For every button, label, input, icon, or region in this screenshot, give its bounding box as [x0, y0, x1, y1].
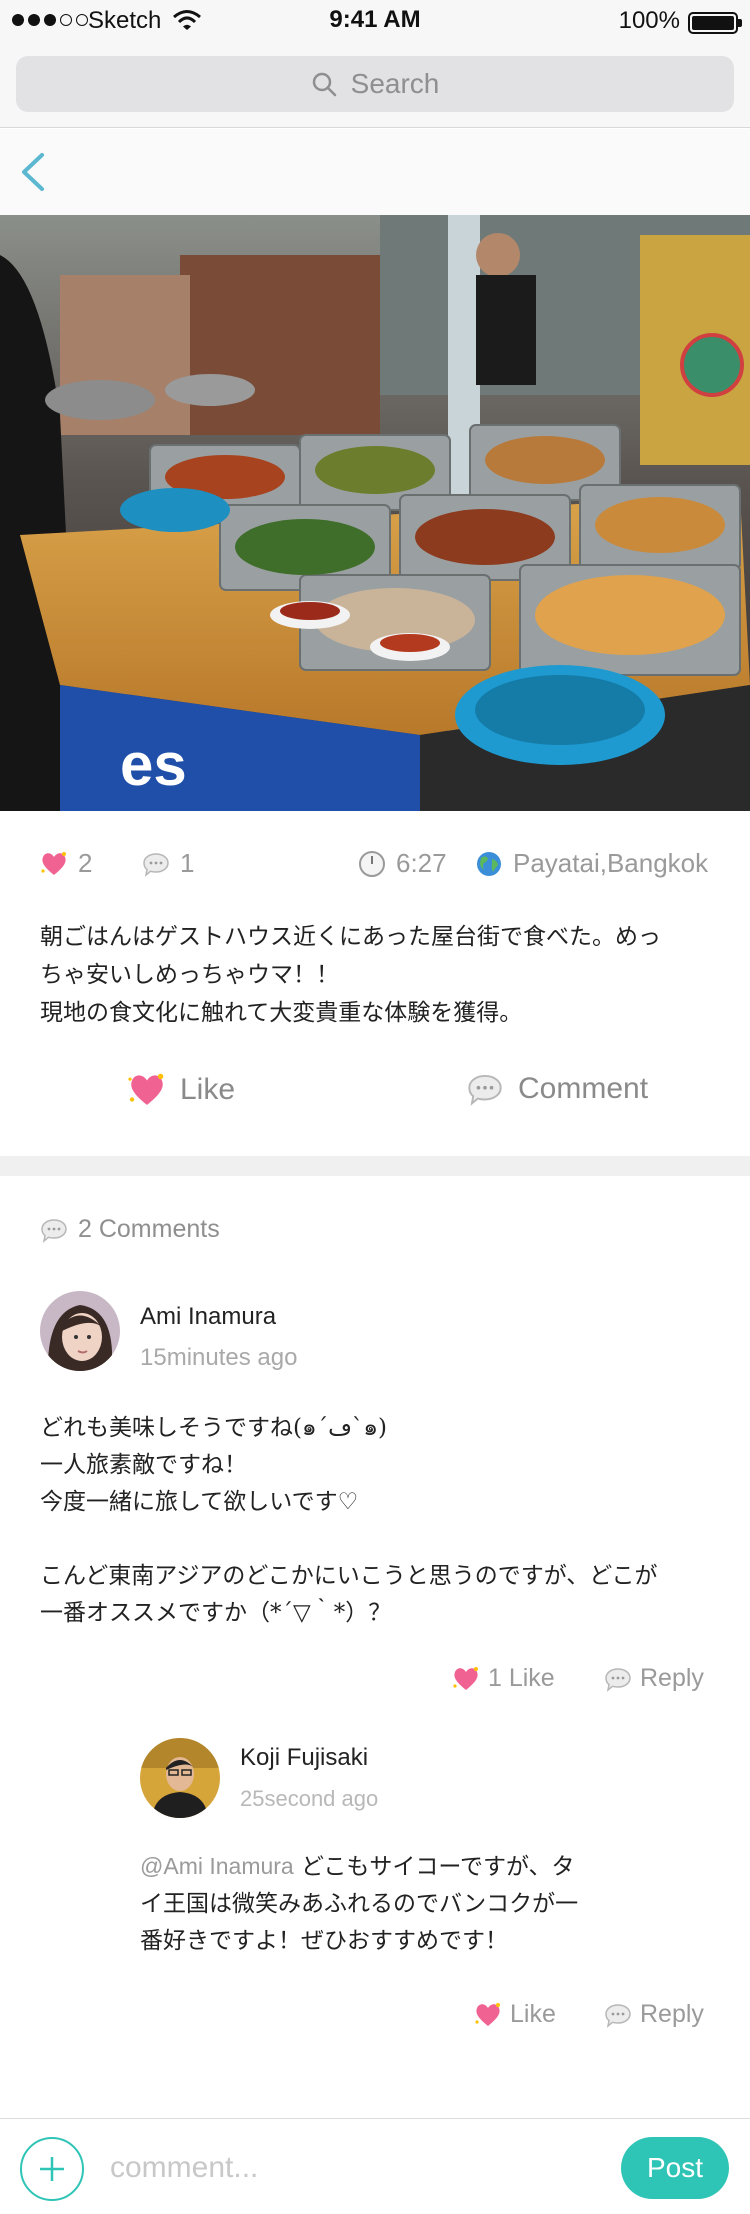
- likes-count-value: 2: [78, 848, 93, 878]
- post-time-value: 6:27: [396, 848, 447, 878]
- likes-count[interactable]: 2: [40, 848, 92, 879]
- search-placeholder: Search: [350, 68, 440, 99]
- avatar[interactable]: [140, 1738, 220, 1818]
- post-location[interactable]: Payatai,Bangkok: [475, 848, 708, 879]
- battery-icon: [688, 12, 742, 34]
- svg-text:es: es: [120, 731, 187, 798]
- speech-bubble-icon: [605, 2003, 631, 2028]
- reply-text-first-line: どこもサイコーですが、タ: [293, 1854, 575, 1880]
- mention-link[interactable]: @Ami Inamura: [140, 1853, 294, 1879]
- speech-bubble-icon: [605, 1667, 631, 1692]
- sparkling-heart-icon: [41, 851, 66, 875]
- like-button-label: Like: [180, 1073, 236, 1106]
- chevron-left-icon[interactable]: [14, 147, 54, 197]
- street-food-stall-image: es: [0, 215, 750, 811]
- sparkling-heart-icon: [128, 1073, 164, 1105]
- speech-bubble-icon: [143, 852, 169, 877]
- avatar[interactable]: [40, 1291, 120, 1371]
- post-location-value: Payatai,Bangkok: [513, 848, 709, 878]
- post-body-text: 朝ごはんはゲストハウス近くにあった屋台街で食べた。めっ ちゃ安いしめっちゃウマ！…: [40, 924, 661, 1026]
- user-photo-koji: [140, 1738, 220, 1818]
- like-button[interactable]: Like: [128, 1072, 235, 1108]
- reply-like-button[interactable]: Like: [474, 2000, 556, 2029]
- post-actions: Like Comment: [0, 1060, 750, 1130]
- commenter-name[interactable]: Ami Inamura: [140, 1303, 276, 1331]
- comment-input[interactable]: [110, 2143, 590, 2193]
- status-bar: Sketch 9:41 AM 100%: [0, 0, 750, 42]
- reply-like-label: Like: [510, 2000, 556, 2028]
- post-meta: 2 1 6:27 Payatai,Bangkok: [0, 840, 750, 892]
- clock-icon: [359, 850, 385, 877]
- plus-icon: [40, 2157, 64, 2181]
- speech-bubble-icon: [468, 1074, 502, 1106]
- comment-time: 15minutes ago: [140, 1344, 298, 1371]
- sparkling-heart-icon: [453, 1666, 478, 1690]
- reply-text-rest: イ王国は微笑みあふれるのでバンコクが一 番好きですよ！ぜひおすすめです！: [140, 1891, 579, 1954]
- post-time: 6:27: [358, 848, 447, 879]
- comment-text: どれも美味しそうですね(๑´ڡ`๑) 一人旅素敵ですね！ 今度一緒に旅して欲しい…: [40, 1415, 658, 1626]
- sparkling-heart-icon: [475, 2002, 500, 2026]
- search-bar-container: Search: [0, 42, 750, 128]
- reply-reply-button[interactable]: Reply: [604, 2000, 704, 2029]
- comments-count[interactable]: 1: [142, 848, 194, 879]
- comments-count-value: 1: [180, 848, 195, 878]
- section-divider: [0, 1156, 750, 1176]
- comment-like-label: 1 Like: [488, 1664, 555, 1692]
- speech-bubble-icon: [41, 1218, 67, 1243]
- add-attachment-button[interactable]: [20, 2137, 84, 2201]
- globe-icon: [477, 851, 501, 876]
- comment-like-button[interactable]: 1 Like: [452, 1664, 555, 1693]
- post-photo: es: [0, 215, 750, 811]
- comments-header: 2 Comments: [40, 1215, 220, 1244]
- search-input[interactable]: Search: [16, 56, 734, 112]
- comment-reply-button[interactable]: Reply: [604, 1664, 704, 1693]
- comments-header-label: 2 Comments: [78, 1215, 220, 1243]
- user-photo-ami: [40, 1291, 120, 1371]
- comment-button-label: Comment: [518, 1072, 649, 1105]
- comment-input-bar: Post: [0, 2118, 750, 2214]
- comment-button[interactable]: Comment: [466, 1072, 648, 1106]
- reply-author-name[interactable]: Koji Fujisaki: [240, 1744, 368, 1772]
- reply-text: @Ami Inamura どこもサイコーですが、タ イ王国は微笑みあふれるのでバ…: [140, 1848, 610, 1960]
- reply-time: 25second ago: [240, 1786, 379, 1811]
- navigation-bar: [0, 129, 750, 215]
- search-icon: [312, 72, 336, 97]
- battery-percent: 100%: [618, 7, 680, 34]
- reply-reply-label: Reply: [640, 2000, 704, 2028]
- comment-reply-label: Reply: [640, 1664, 704, 1692]
- post-button[interactable]: Post: [621, 2137, 729, 2199]
